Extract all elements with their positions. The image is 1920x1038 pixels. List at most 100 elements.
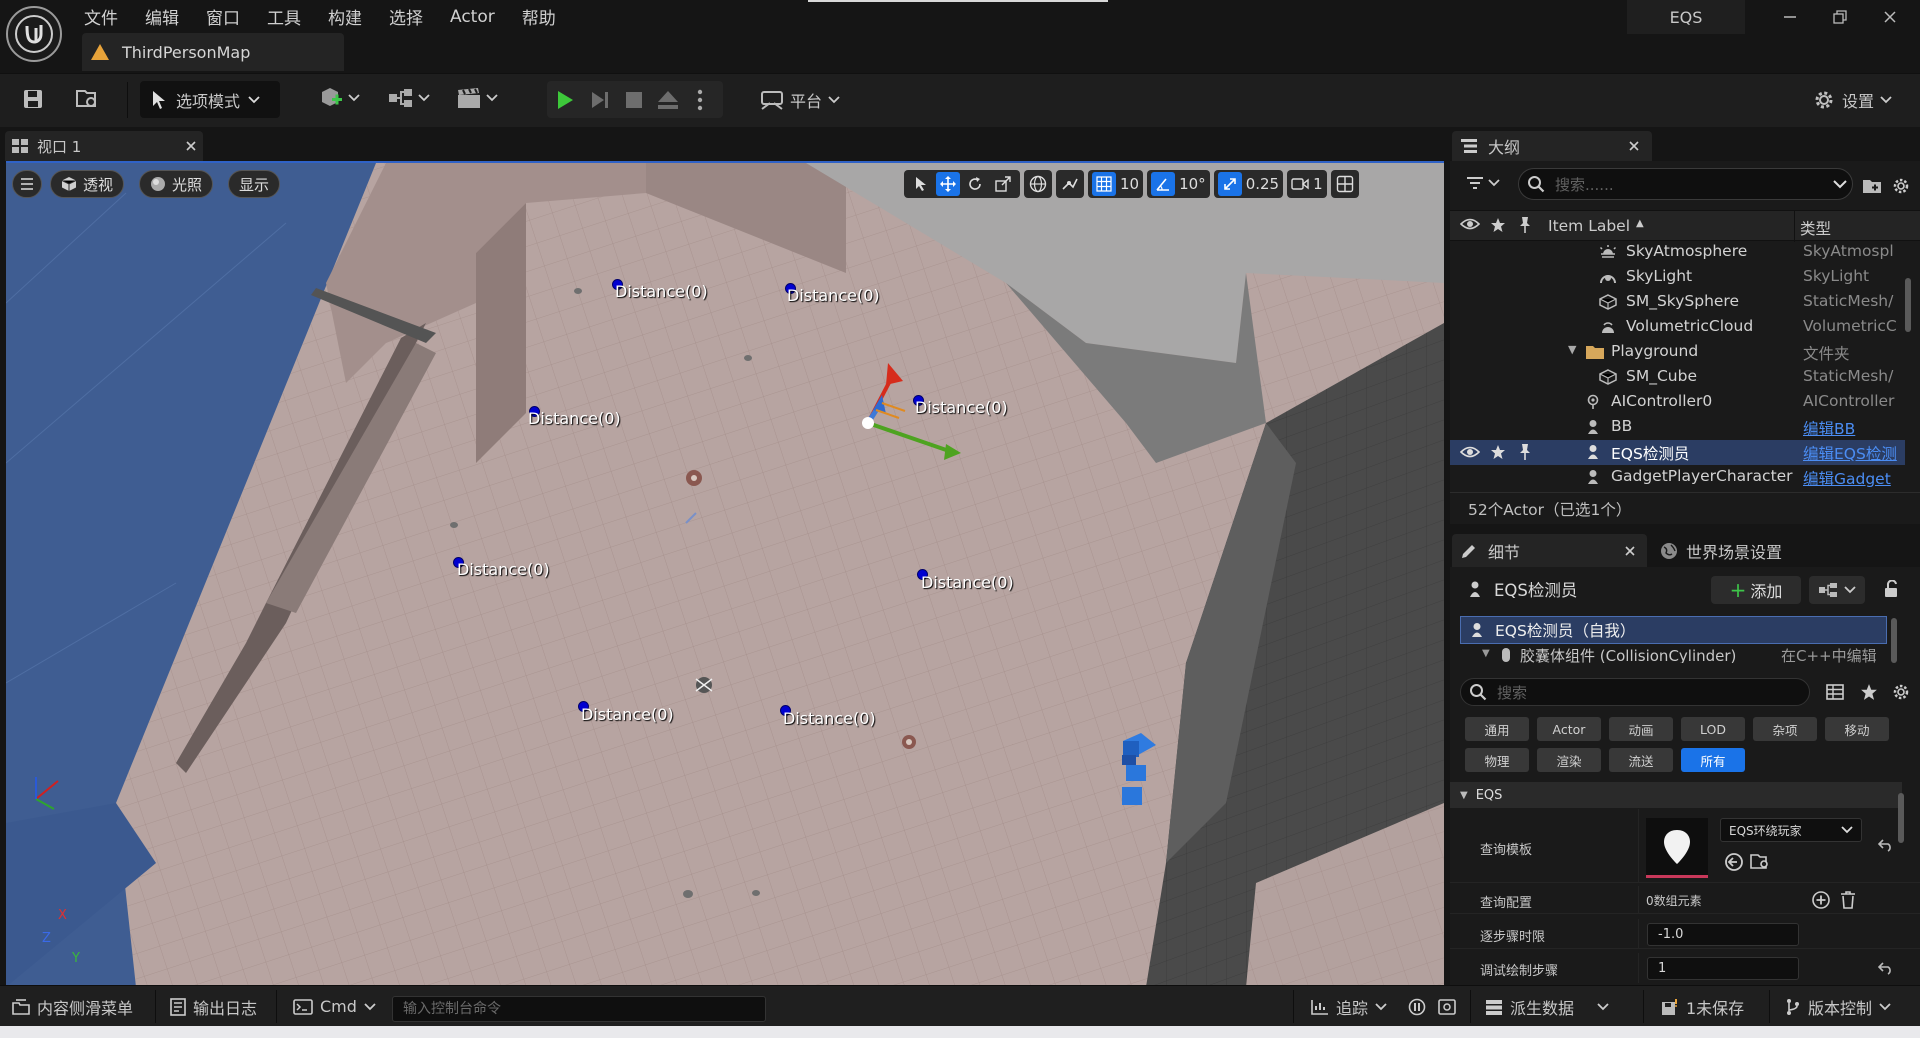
visibility-eye-icon[interactable] [1460,445,1480,459]
outliner-filter-button[interactable] [1466,176,1500,190]
surface-snap-icon[interactable] [1056,170,1084,198]
map-tab[interactable]: ThirdPersonMap [82,33,344,71]
more-options-icon[interactable] [685,81,715,118]
minimize-icon[interactable] [1772,4,1808,30]
details-settings-gear-icon[interactable] [1890,682,1912,702]
menu-help[interactable]: 帮助 [522,1,570,29]
eject-icon[interactable] [651,81,685,118]
lock-icon[interactable] [1880,578,1902,600]
add-actor-button[interactable] [318,86,360,110]
outliner-row[interactable]: SkyAtmosphere SkyAtmospl [1450,240,1905,265]
rotation-snap-button[interactable]: 10° [1147,170,1210,198]
reset-to-default-icon[interactable] [1878,961,1894,975]
details-tab[interactable]: 细节 [1452,534,1647,567]
query-template-dropdown[interactable]: EQS环绕玩家 [1720,818,1862,842]
add-element-icon[interactable] [1811,890,1831,910]
category-misc[interactable]: 杂项 [1753,717,1817,741]
outliner-settings-gear-icon[interactable] [1890,176,1912,196]
menu-file[interactable]: 文件 [84,1,132,29]
unreal-logo-icon[interactable] [6,6,62,62]
screenshot-icon[interactable] [1438,986,1456,1027]
category-rendering[interactable]: 渲染 [1537,748,1601,772]
edit-blueprint-link[interactable]: 编辑BB [1803,417,1903,439]
menu-edit[interactable]: 编辑 [145,1,193,29]
cmd-dropdown[interactable]: Cmd [293,986,376,1027]
grid-snap-button[interactable]: 10 [1088,170,1144,198]
add-component-button[interactable]: + 添加 [1711,576,1801,604]
use-selected-arrow-icon[interactable] [1724,852,1744,872]
outliner-row[interactable]: SkyLight SkyLight [1450,265,1905,290]
column-type[interactable]: 类型 [1800,217,1831,239]
category-lod[interactable]: LOD [1681,717,1745,741]
table-view-icon[interactable] [1824,682,1846,702]
outliner-tab[interactable]: 大纲 [1452,131,1652,161]
outliner-row[interactable]: ▼ Playground 文件夹 [1450,340,1905,365]
pin-icon[interactable] [1518,443,1532,461]
unsaved-button[interactable]: 1未保存 [1661,986,1744,1027]
console-command-input[interactable]: 输入控制台命令 [392,996,766,1022]
edit-blueprint-link[interactable]: 编辑EQS检测 [1803,442,1903,464]
outliner-row[interactable]: VolumetricCloud VolumetricC [1450,315,1905,340]
viewport-tab[interactable]: 视口 1 [5,131,203,161]
blueprint-button[interactable] [388,86,430,110]
details-search-input[interactable]: 搜索 [1460,678,1810,706]
close-tab-icon[interactable] [185,140,197,152]
close-tab-icon[interactable] [1628,140,1640,152]
outliner-row[interactable]: SM_Cube StaticMesh/ [1450,365,1905,390]
blueprint-options-button[interactable] [1809,576,1865,604]
show-button[interactable]: 显示 [228,170,281,198]
derived-data-button[interactable]: 派生数据 [1485,986,1609,1027]
delete-trash-icon[interactable] [1839,890,1857,910]
category-animation[interactable]: 动画 [1609,717,1673,741]
world-space-icon[interactable] [1024,170,1052,198]
outliner-row[interactable]: SM_SkySphere StaticMesh/ [1450,290,1905,315]
play-icon[interactable] [547,81,583,118]
outliner-row[interactable]: AIController0 AIController [1450,390,1905,415]
column-item-label[interactable]: Item Label [1548,217,1630,235]
menu-window[interactable]: 窗口 [206,1,254,29]
step-time-limit-input[interactable]: -1.0 [1647,923,1799,946]
translate-icon[interactable] [936,172,960,196]
platforms-button[interactable]: 平台 [760,81,840,118]
menu-actor[interactable]: Actor [450,4,509,27]
close-tab-icon[interactable] [1624,545,1636,557]
outliner-row[interactable]: BB 编辑BB [1450,415,1905,440]
world-settings-tab[interactable]: 世界场景设置 [1660,534,1782,567]
pin-icon[interactable] [1518,216,1532,234]
lighting-button[interactable]: 光照 [139,170,214,198]
eqs-section-header[interactable]: ▼ EQS [1450,782,1902,808]
output-log-button[interactable]: 输出日志 [170,986,257,1027]
content-drawer-button[interactable]: 内容侧滑菜单 [12,986,133,1027]
cinematics-button[interactable] [456,86,498,110]
component-child-row[interactable]: ▼ 胶囊体组件 (CollisionCylinder) 在C++中编辑 [1460,647,1887,663]
viewport-menu-icon[interactable] [12,170,42,198]
query-template-thumbnail[interactable] [1646,818,1708,878]
outliner-scrollbar[interactable] [1905,278,1911,332]
menu-tools[interactable]: 工具 [267,1,315,29]
debug-draw-step-input[interactable]: 1 [1647,957,1799,980]
stop-icon[interactable] [617,81,651,118]
menu-build[interactable]: 构建 [328,1,376,29]
record-icon[interactable] [1408,986,1426,1027]
viewport-layout-icon[interactable] [1330,170,1359,198]
advance-frame-icon[interactable] [583,81,617,118]
rotate-icon[interactable] [962,176,988,192]
favorite-star-icon[interactable] [1858,682,1880,702]
components-scrollbar[interactable] [1891,618,1897,663]
new-folder-icon[interactable] [1861,176,1883,196]
save-icon[interactable] [18,84,48,114]
outliner-row-selected[interactable]: EQS检测员 编辑EQS检测 [1450,440,1905,465]
category-physics[interactable]: 物理 [1465,748,1529,772]
expand-arrow-icon[interactable]: ▼ [1482,648,1490,659]
component-self-row[interactable]: EQS检测员（自我） [1460,616,1887,644]
select-cursor-icon[interactable] [908,176,934,192]
browse-folder-icon[interactable] [1750,852,1770,870]
scale-icon[interactable] [990,176,1016,192]
browse-content-icon[interactable] [72,84,102,114]
edit-blueprint-link[interactable]: 编辑Gadget [1803,467,1903,489]
expand-arrow-icon[interactable]: ▼ [1568,343,1576,356]
restore-icon[interactable] [1822,4,1858,30]
category-all[interactable]: 所有 [1681,748,1745,772]
settings-button[interactable]: 设置 [1812,81,1892,118]
source-control-button[interactable]: 版本控制 [1785,986,1891,1027]
